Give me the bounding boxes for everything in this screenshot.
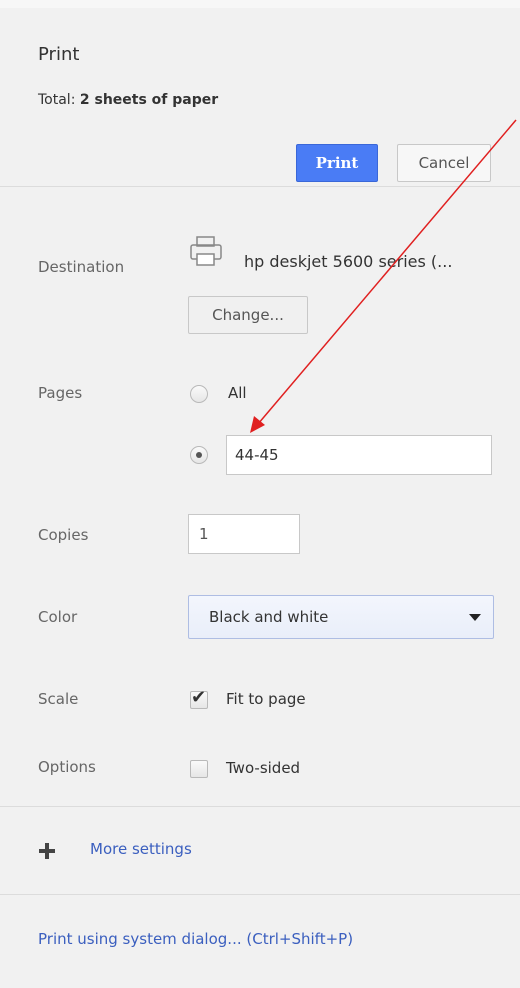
two-sided-checkbox[interactable]	[190, 760, 208, 778]
printer-icon	[190, 236, 222, 266]
dropdown-arrow-icon	[469, 614, 481, 621]
fit-to-page-checkbox[interactable]: ✔	[190, 687, 208, 709]
color-select[interactable]: Black and white	[188, 595, 494, 639]
fit-to-page-label: Fit to page	[226, 690, 306, 708]
section-divider	[0, 806, 520, 807]
color-select-value: Black and white	[209, 608, 329, 626]
system-dialog-link[interactable]: Print using system dialog... (Ctrl+Shift…	[38, 930, 353, 948]
sheet-total: Total: 2 sheets of paper	[38, 92, 218, 108]
print-preview-sidebar: Print Total: 2 sheets of paper Print Can…	[0, 0, 520, 988]
color-label: Color	[38, 608, 78, 626]
sheet-total-prefix: Total:	[38, 92, 80, 108]
more-settings-link[interactable]: More settings	[90, 840, 192, 858]
checkmark-icon: ✔	[191, 687, 207, 708]
copies-input[interactable]: 1	[188, 514, 300, 554]
destination-label: Destination	[38, 258, 125, 276]
sheet-total-value: 2 sheets of paper	[79, 92, 219, 108]
section-divider-2	[0, 894, 520, 895]
options-label: Options	[38, 758, 96, 776]
cancel-button[interactable]: Cancel	[397, 144, 491, 182]
top-edge	[0, 0, 520, 8]
radio-selected-dot	[196, 452, 202, 458]
page-title: Print	[38, 44, 80, 65]
pages-all-label: All	[228, 384, 247, 402]
print-header: Print Total: 2 sheets of paper Print Can…	[0, 8, 520, 187]
change-destination-button[interactable]: Change...	[188, 296, 308, 334]
pages-custom-radio[interactable]	[190, 446, 208, 464]
pages-label: Pages	[38, 384, 83, 402]
destination-printer-name: hp deskjet 5600 series (...	[244, 252, 453, 271]
print-button[interactable]: Print	[296, 144, 378, 182]
copies-label: Copies	[38, 526, 89, 544]
scale-label: Scale	[38, 690, 79, 708]
pages-range-input[interactable]: 44-45	[226, 435, 492, 475]
pages-all-radio[interactable]	[190, 385, 208, 403]
plus-icon	[39, 843, 55, 859]
two-sided-label: Two-sided	[226, 759, 301, 777]
